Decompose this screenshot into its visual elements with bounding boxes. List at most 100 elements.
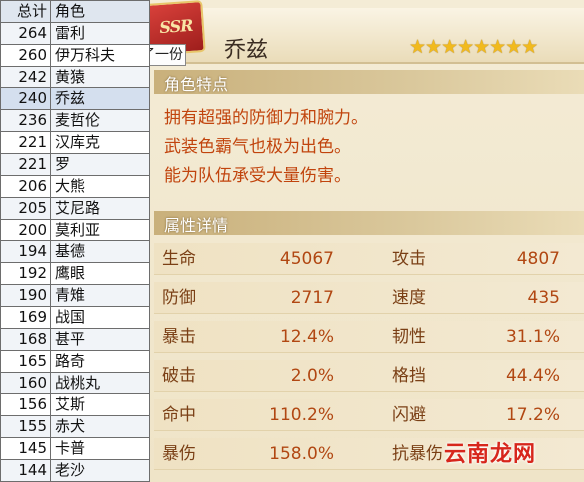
trait-line: 拥有超强的防御力和腕力。 [164,108,368,128]
stat-label: 闪避 [392,405,426,425]
header-score: 总计 [0,0,51,23]
stat-row: 防御 2717 速度 435 [154,282,584,314]
row-name: 鹰眼 [50,262,150,286]
table-row[interactable]: 221 罗 [0,153,150,176]
table-row[interactable]: 236 麦哲伦 [0,109,150,133]
character-panel: 乔兹 ★★★★★★★★ SSR 了一份 角色特点 拥有超强的防御力和腕力。 武装… [136,0,584,482]
stat-label: 韧性 [392,327,426,347]
row-name: 战国 [50,306,150,329]
table-row[interactable]: 190 青雉 [0,284,150,308]
table-row[interactable]: 200 莫利亚 [0,218,150,242]
stat-label: 命中 [162,405,196,425]
table-row[interactable]: 264 雷利 [0,21,150,45]
row-name: 罗 [50,153,150,176]
header-name: 角色 [50,0,150,23]
row-name: 艾斯 [50,393,150,417]
row-score: 221 [0,153,51,176]
table-row[interactable]: 205 艾尼路 [0,196,150,220]
row-name: 艾尼路 [50,196,150,220]
table-row[interactable]: 156 艾斯 [0,393,150,417]
stats-header-label: 属性详情 [164,216,229,235]
stat-value: 45067 [279,249,334,269]
stat-value: 2717 [290,288,334,308]
table-row[interactable]: 169 战国 [0,306,150,329]
table-row[interactable]: 165 路奇 [0,349,150,373]
row-name: 卡普 [50,437,150,461]
stat-value: 158.0% [269,444,334,464]
row-score: 145 [0,437,51,461]
table-row[interactable]: 194 基德 [0,240,150,264]
table-row[interactable]: 240 乔兹 [0,87,150,111]
stat-label: 生命 [162,249,196,269]
stat-value: 17.2% [505,405,560,425]
trait-line: 能为队伍承受大量伤害。 [164,166,351,186]
row-score: 264 [0,21,51,45]
row-name: 雷利 [50,21,150,45]
table-row[interactable]: 192 鹰眼 [0,262,150,286]
row-name: 莫利亚 [50,218,150,242]
row-score: 260 [0,43,51,67]
row-score: 194 [0,240,51,264]
row-score: 190 [0,284,51,308]
row-name: 老沙 [50,459,150,482]
row-score: 165 [0,349,51,373]
stat-value: 31.1% [505,327,560,347]
table-row[interactable]: 168 甚平 [0,327,150,351]
watermark-logo: 云南龙网 [444,442,537,467]
row-score: 168 [0,327,51,351]
stat-row: 生命 45067 攻击 4807 [154,243,584,275]
stat-value: 435 [527,288,560,308]
row-name: 乔兹 [50,87,150,111]
table-row[interactable]: 242 黄猿 [0,65,150,89]
character-header: 乔兹 ★★★★★★★★ [146,8,584,64]
table-row[interactable]: 206 大熊 [0,174,150,198]
row-score: 242 [0,65,51,89]
stat-row: 破击 2.0% 格挡 44.4% [154,360,584,392]
row-score: 169 [0,306,51,329]
stat-row: 暴击 12.4% 韧性 31.1% [154,321,584,353]
stat-value: 44.4% [505,366,560,386]
table-row[interactable]: 221 汉库克 [0,131,150,155]
row-score: 206 [0,174,51,198]
row-score: 236 [0,109,51,133]
stat-row: 命中 110.2% 闪避 17.2% [154,399,584,431]
stat-value: 4807 [516,249,560,269]
table-row[interactable]: 144 老沙 [0,459,150,482]
row-name: 赤犬 [50,415,150,439]
row-name: 大熊 [50,174,150,198]
row-name: 路奇 [50,349,150,373]
stat-value: 12.4% [279,327,334,347]
stat-value: 110.2% [269,405,334,425]
star-rating: ★★★★★★★★ [409,36,538,58]
row-score: 205 [0,196,51,220]
stat-label: 抗暴伤 [392,444,443,464]
row-score: 192 [0,262,51,286]
stat-value: 2.0% [290,366,334,386]
table-row[interactable]: 155 赤犬 [0,415,150,439]
traits-section-header: 角色特点 [154,70,584,94]
row-name: 青雉 [50,284,150,308]
table-row[interactable]: 260 伊万科夫 [0,43,150,67]
row-name: 伊万科夫 [50,43,150,67]
row-name: 战桃丸 [50,371,150,395]
table-row[interactable]: 160 战桃丸 [0,371,150,395]
trait-line: 武装色霸气也极为出色。 [164,137,351,157]
ranking-table: 总计 角色 264 雷利 260 伊万科夫 242 黄猿 240 乔兹 236 麦哲伦 2… [0,0,150,482]
stat-label: 暴击 [162,327,196,347]
row-score: 156 [0,393,51,417]
row-score: 160 [0,371,51,395]
table-row[interactable]: 145 卡普 [0,437,150,461]
row-score: 144 [0,459,51,482]
row-name: 甚平 [50,327,150,351]
rarity-label: SSR [158,15,194,38]
traits-header-label: 角色特点 [164,75,229,94]
traits-list: 拥有超强的防御力和腕力。 武装色霸气也极为出色。 能为队伍承受大量伤害。 [164,104,574,191]
row-score: 155 [0,415,51,439]
row-name: 基德 [50,240,150,264]
stat-label: 防御 [162,288,196,308]
stat-label: 速度 [392,288,426,308]
stat-label: 暴伤 [162,444,196,464]
row-score: 221 [0,131,51,155]
row-score: 240 [0,87,51,111]
table-header-row: 总计 角色 [0,0,150,23]
